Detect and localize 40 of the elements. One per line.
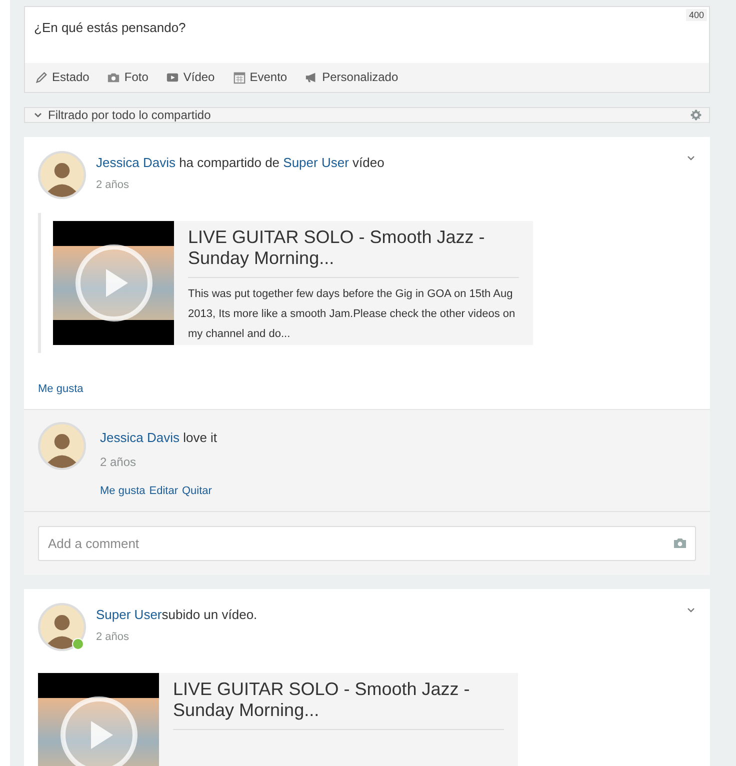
comment-action-link[interactable]: Quitar: [182, 485, 212, 497]
comment-time: 2 años: [100, 455, 138, 469]
filter-bar[interactable]: Filtrado por todo lo compartido: [24, 107, 710, 123]
video-thumbnail[interactable]: [53, 221, 174, 345]
video-description: This was put together few days before the Gig in GOA on 15th Aug 2013, Its more like a smooth Jam.Please check the other videos on my channel and do...: [188, 287, 516, 342]
user-link[interactable]: Super User: [283, 155, 349, 170]
chevron-down-icon[interactable]: [686, 605, 696, 615]
composer-tab[interactable]: Evento: [232, 70, 288, 84]
comment-input[interactable]: Add a comment: [38, 526, 696, 561]
post-headline: Jessica Davis ha compartido de Super User vídeo: [96, 155, 386, 170]
avatar-icon: [38, 422, 86, 470]
composer-tab[interactable]: Foto: [107, 70, 148, 84]
composer-tab[interactable]: Estado: [35, 70, 90, 84]
comment-action-link[interactable]: Me gusta: [100, 485, 146, 497]
user-link[interactable]: Super User: [96, 607, 162, 622]
avatar-icon: [38, 151, 86, 199]
video-title[interactable]: LIVE GUITAR SOLO - Smooth Jazz - Sunday Morning...: [188, 227, 519, 278]
post-time: 2 años: [96, 179, 130, 191]
user-link[interactable]: Jessica Davis: [100, 430, 180, 445]
composer-tab[interactable]: Vídeo: [166, 70, 215, 84]
composer-tab[interactable]: Personalizado: [305, 70, 398, 84]
play-icon: [166, 70, 180, 84]
play-icon: [74, 243, 154, 323]
character-counter: 400: [686, 9, 707, 21]
video-thumbnail[interactable]: [38, 673, 159, 766]
avatar-icon: [38, 603, 86, 651]
filter-label: Filtrado por todo lo compartido: [48, 108, 212, 122]
chevron-down-icon: [33, 110, 43, 120]
settings-icon[interactable]: [690, 109, 702, 121]
post-headline: Super Usersubido un vídeo.: [96, 607, 258, 622]
comment-action-link[interactable]: Editar: [149, 485, 178, 497]
pencil-icon: [35, 70, 48, 84]
comment-text: Jessica Davis love it: [100, 430, 218, 445]
calendar-icon: [232, 70, 246, 84]
post-time: 2 años: [96, 631, 130, 643]
camera-icon: [107, 70, 120, 84]
user-link[interactable]: Jessica Davis: [96, 155, 176, 170]
play-icon: [58, 695, 138, 766]
chevron-down-icon[interactable]: [686, 153, 696, 163]
like-link[interactable]: Me gusta: [38, 383, 84, 395]
